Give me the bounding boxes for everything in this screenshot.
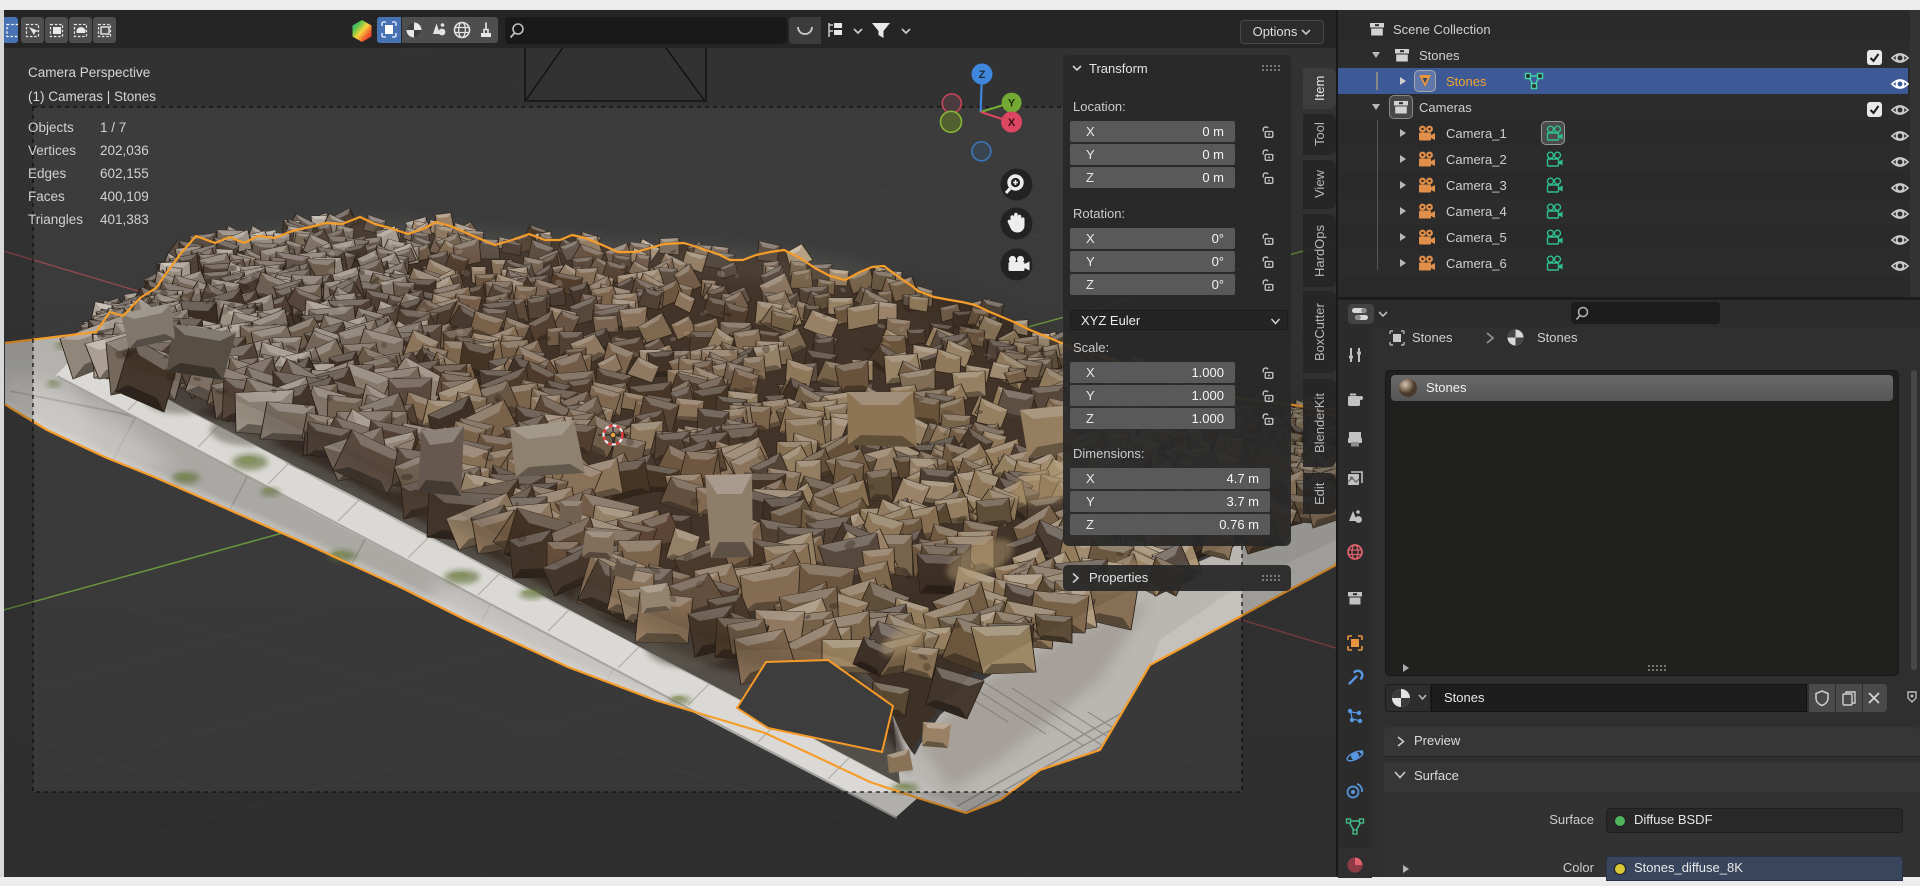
svg-text:X: X [1008, 117, 1016, 129]
svg-text:Y: Y [1008, 98, 1016, 110]
svg-text:Z: Z [979, 69, 986, 81]
